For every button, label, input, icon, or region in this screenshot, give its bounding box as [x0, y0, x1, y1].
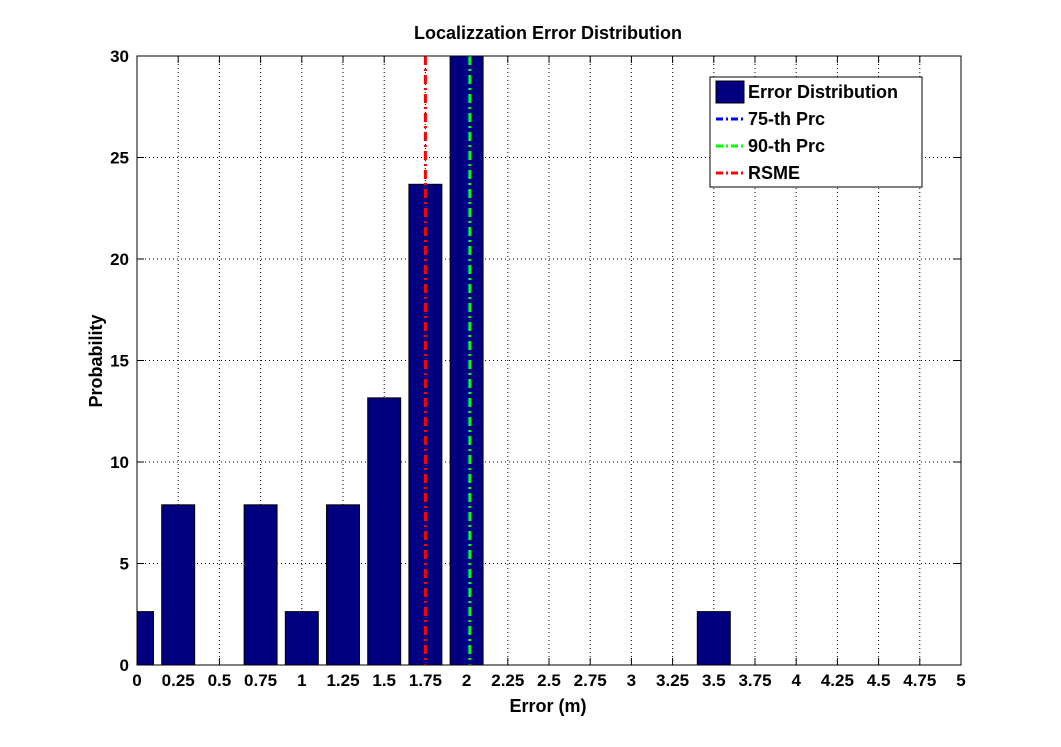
- x-tick-label: 0.75: [244, 671, 277, 690]
- y-tick-label: 25: [110, 149, 129, 168]
- x-tick-label: 4: [791, 671, 801, 690]
- bar: [243, 504, 278, 665]
- legend-label: Error Distribution: [748, 82, 898, 102]
- bar: [449, 56, 484, 665]
- chart-title: Localizzation Error Distribution: [414, 23, 682, 43]
- x-tick-label: 3: [627, 671, 636, 690]
- x-tick-label: 0.5: [208, 671, 232, 690]
- x-tick-label: 4.25: [821, 671, 854, 690]
- x-tick-label: 1.25: [326, 671, 359, 690]
- x-tick-label: 3.75: [738, 671, 771, 690]
- y-tick-label: 10: [110, 453, 129, 472]
- y-tick-label: 15: [110, 352, 129, 371]
- x-tick-label: 2.25: [491, 671, 524, 690]
- x-tick-label: 0.25: [162, 671, 195, 690]
- y-tick-label: 5: [120, 555, 129, 574]
- bar: [367, 397, 402, 665]
- x-axis-title: Error (m): [509, 696, 586, 716]
- x-tick-label: 5: [956, 671, 965, 690]
- bar: [696, 611, 731, 665]
- legend-label: 90-th Prc: [748, 136, 825, 156]
- x-tick-label: 4.5: [867, 671, 891, 690]
- legend-swatch-bar: [715, 80, 745, 104]
- bar: [284, 611, 319, 665]
- x-tick-label: 1.5: [372, 671, 396, 690]
- bar: [161, 504, 196, 665]
- x-tick-label: 1: [297, 671, 306, 690]
- y-tick-label: 0: [120, 656, 129, 675]
- chart-root: Localizzation Error Distribution Error (…: [0, 0, 1061, 747]
- y-tick-label: 20: [110, 250, 129, 269]
- y-axis-title: Probability: [86, 314, 106, 407]
- x-tick-label: 2: [462, 671, 471, 690]
- chart-svg: Localizzation Error Distribution Error (…: [0, 0, 1061, 747]
- legend: Error Distribution 75-th Prc 90-th Prc RSME: [709, 76, 923, 188]
- x-tick-label: 1.75: [409, 671, 442, 690]
- x-tick-label: 0: [132, 671, 141, 690]
- x-tick-label: 3.5: [702, 671, 726, 690]
- x-tick-label: 2.75: [574, 671, 607, 690]
- y-tick-label: 30: [110, 47, 129, 66]
- x-tick-label: 2.5: [537, 671, 561, 690]
- bar: [326, 504, 360, 665]
- legend-label: 75-th Prc: [748, 109, 825, 129]
- x-tick-label: 4.75: [903, 671, 936, 690]
- legend-label: RSME: [748, 163, 800, 183]
- x-tick-label: 3.25: [656, 671, 689, 690]
